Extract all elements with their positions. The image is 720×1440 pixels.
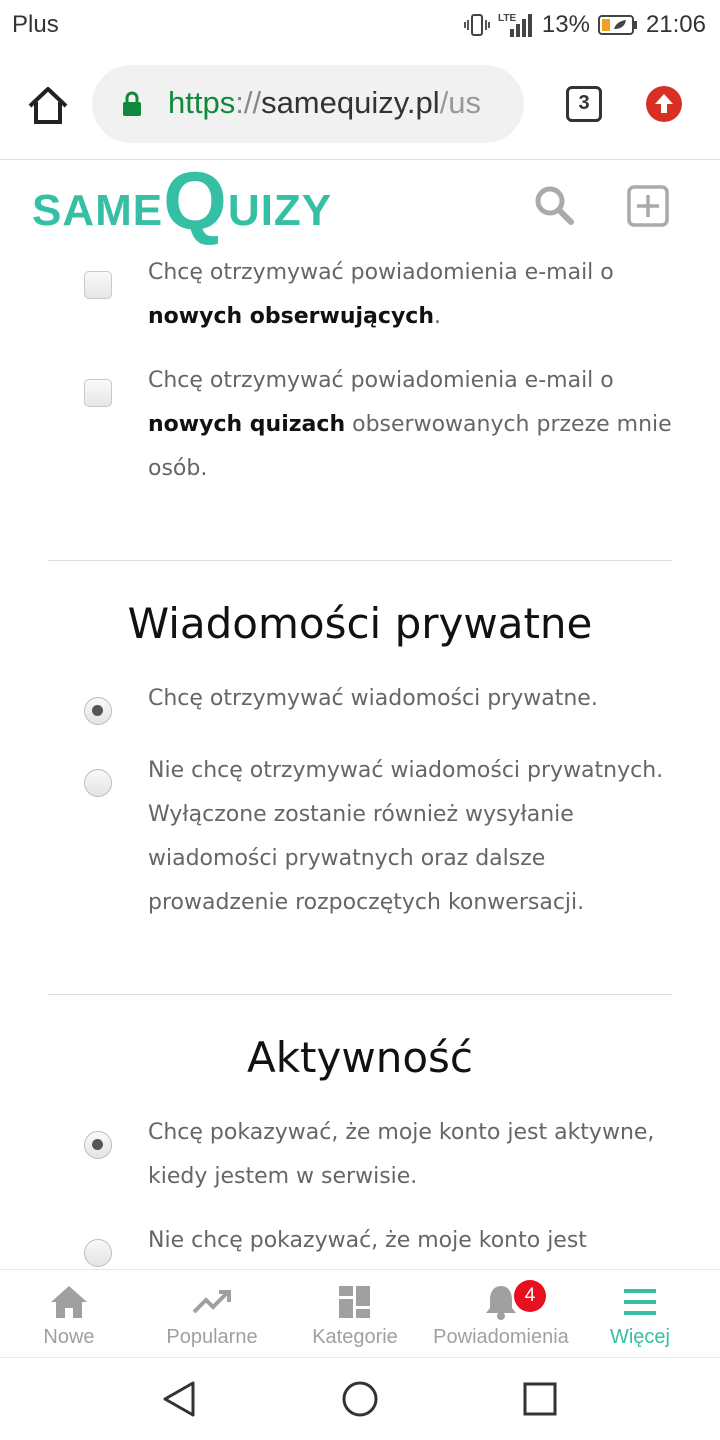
samequizy-logo[interactable]: SAME Q UIZY xyxy=(32,161,332,243)
nav-label: Popularne xyxy=(166,1326,258,1348)
menu-icon xyxy=(620,1284,660,1320)
network-type: LTE xyxy=(498,13,516,24)
battery-percent: 13% xyxy=(541,11,590,38)
section-divider xyxy=(48,994,672,995)
nav-label: Nowe xyxy=(43,1326,95,1348)
nav-item-nowe[interactable]: Nowe xyxy=(0,1270,138,1358)
nav-item-powiadomienia[interactable]: 4 Powiadomienia xyxy=(426,1270,576,1358)
quizzes-checkbox[interactable] xyxy=(84,379,112,407)
nav-label: Kategorie xyxy=(312,1326,398,1348)
pm-deny-label: Nie chcę otrzymywać wiadomości prywatnyc… xyxy=(148,758,664,915)
browser-toolbar: https://samequizy.pl/us 3 xyxy=(0,50,720,160)
bottom-navigation: Nowe Popularne Kategorie 4 Powiadomienia… xyxy=(0,1269,720,1357)
private-messages-title: Wiadomości prywatne xyxy=(127,599,593,648)
section-divider xyxy=(48,560,672,561)
activity-hide-label: Nie chcę pokazywać, że moje konto jest xyxy=(148,1228,587,1253)
pm-deny-radio[interactable] xyxy=(84,769,112,797)
battery-icon xyxy=(597,14,638,36)
status-bar: Plus LTE 13% 21:06 xyxy=(0,0,720,50)
status-icons: LTE 13% 21:06 xyxy=(463,9,706,41)
address-bar[interactable]: https://samequizy.pl/us xyxy=(92,65,524,143)
lock-icon xyxy=(122,91,142,121)
url-text: https://samequizy.pl/us xyxy=(168,85,482,120)
carrier-name: Plus xyxy=(12,11,59,38)
home-circle-icon[interactable] xyxy=(339,1378,381,1420)
recent-apps-icon[interactable] xyxy=(519,1378,561,1420)
nav-label: Więcej xyxy=(609,1326,670,1348)
update-icon[interactable] xyxy=(646,86,682,122)
followers-option-label: Chcę otrzymywać powiadomienia e-mail o n… xyxy=(148,260,614,329)
add-quiz-icon[interactable] xyxy=(626,184,670,228)
search-icon[interactable] xyxy=(532,183,576,227)
pm-allow-label: Chcę otrzymywać wiadomości prywatne. xyxy=(148,686,598,711)
activity-show-radio[interactable] xyxy=(84,1131,112,1159)
nav-label: Powiadomienia xyxy=(433,1326,569,1348)
trending-icon xyxy=(192,1284,232,1320)
grid-icon xyxy=(335,1284,375,1320)
settings-content: Chcę otrzymywać powiadomienia e-mail o n… xyxy=(0,247,720,1269)
site-header: SAME Q UIZY xyxy=(0,161,720,247)
signal-icon: LTE xyxy=(498,11,534,39)
home-icon[interactable] xyxy=(22,80,74,132)
system-navigation-bar xyxy=(0,1357,720,1440)
back-icon[interactable] xyxy=(159,1378,201,1420)
activity-title: Aktywność xyxy=(246,1033,474,1082)
vibrate-icon xyxy=(463,12,490,38)
followers-checkbox[interactable] xyxy=(84,271,112,299)
nav-item-popularne[interactable]: Popularne xyxy=(142,1270,282,1358)
pm-allow-radio[interactable] xyxy=(84,697,112,725)
activity-show-label: Chcę pokazywać, że moje konto jest aktyw… xyxy=(148,1120,655,1189)
activity-hide-radio[interactable] xyxy=(84,1239,112,1267)
quizzes-option-label: Chcę otrzymywać powiadomienia e-mail o n… xyxy=(148,368,672,481)
clock: 21:06 xyxy=(645,11,706,38)
home-icon xyxy=(49,1284,89,1320)
notification-count-badge: 4 xyxy=(514,1280,546,1312)
nav-item-wiecej[interactable]: Więcej xyxy=(578,1270,702,1358)
nav-item-kategorie[interactable]: Kategorie xyxy=(286,1270,424,1358)
tab-switcher-button[interactable]: 3 xyxy=(566,86,602,122)
